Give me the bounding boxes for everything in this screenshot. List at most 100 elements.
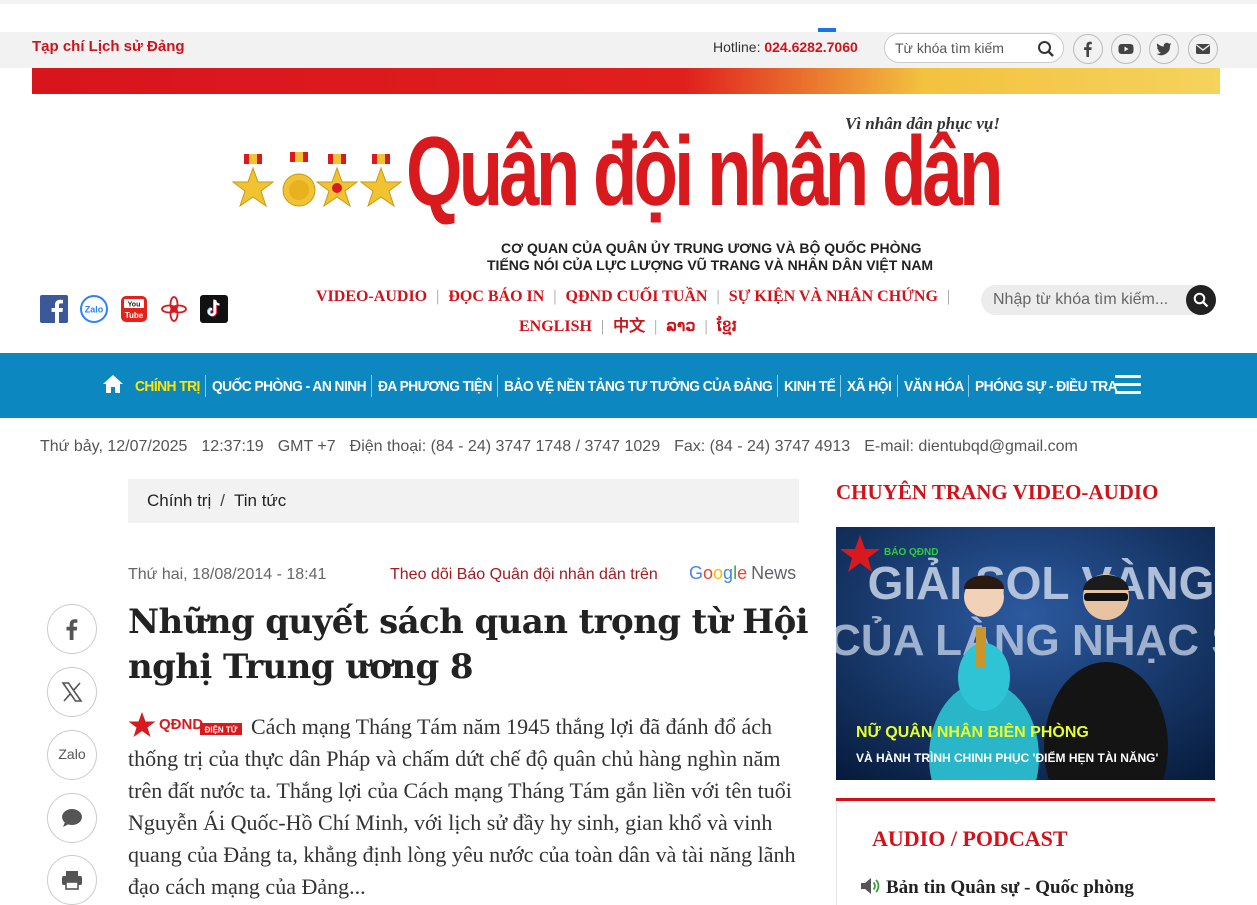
twitter-icon: [1156, 42, 1172, 56]
medals-logo-icon[interactable]: [230, 150, 406, 222]
video-audio-heading[interactable]: CHUYÊN TRANG VIDEO-AUDIO: [836, 480, 1158, 505]
audio-item[interactable]: Bản tin Quân sự - Quốc phòng: [860, 877, 1134, 899]
article-date: Thứ hai, 18/08/2014 - 18:41: [128, 566, 327, 583]
nav-item-3[interactable]: ĐA PHƯƠNG TIỆN: [378, 378, 492, 395]
main-search-box: [981, 285, 1216, 315]
qdnd-dientu-logo: QĐND ĐIỆN TỬ: [128, 712, 243, 738]
nav-separator: [968, 375, 970, 397]
nav-item-7[interactable]: VĂN HÓA: [904, 378, 964, 395]
svg-text:You: You: [128, 302, 141, 309]
x-icon: [61, 682, 83, 702]
sapo-text: Cách mạng Tháng Tám năm 1945 thắng lợi đ…: [128, 714, 796, 899]
current-date: Thứ bảy, 12/07/2025: [40, 438, 188, 455]
search-icon[interactable]: [1037, 40, 1055, 58]
follow-google-news-link[interactable]: Theo dõi Báo Quân đội nhân dân trên: [390, 566, 658, 584]
zalo-icon: Zalo: [58, 746, 86, 762]
link-english[interactable]: ENGLISH: [519, 318, 592, 335]
org-line-2: TIẾNG NÓI CỦA LỰC LƯỢNG VŨ TRANG VÀ NHÂN…: [487, 257, 934, 273]
top-search-input[interactable]: [895, 39, 1035, 57]
main-nav: CHÍNH TRỊ QUỐC PHÒNG - AN NINH ĐA PHƯƠNG T…: [0, 353, 1257, 418]
current-time: 12:37:19: [201, 438, 264, 455]
link-lao[interactable]: ລາວ: [666, 318, 695, 335]
sidebar-divider: [836, 798, 1215, 801]
svg-text:NỮ QUÂN NHÂN BIÊN PHÒNG: NỮ QUÂN NHÂN BIÊN PHÒNG: [856, 721, 1089, 741]
sidebar-border: [836, 801, 837, 905]
breadcrumb-current[interactable]: Tin tức: [234, 491, 286, 510]
section-links-row1: VIDEO-AUDIO | ĐỌC BÁO IN | QĐND CUỐI TUẦN | SỰ…: [316, 288, 951, 305]
facebook-icon: [66, 619, 78, 640]
google-news-logo[interactable]: Google News: [689, 563, 796, 584]
featured-video-thumbnail[interactable]: GIẢI SOL VÀNG CỦA LÀNG NHẠC SĨ BÁO QĐND …: [836, 527, 1215, 780]
audio-item-title: Bản tin Quân sự - Quốc phòng: [886, 877, 1134, 898]
fax-info: Fax: (84 - 24) 3747 4913: [674, 438, 851, 455]
nav-item-6[interactable]: XÃ HỘI: [847, 378, 892, 395]
top-strip: [0, 0, 1257, 4]
org-line-1: CƠ QUAN CỦA QUÂN ỦY TRUNG ƯƠNG VÀ BỘ QUỐ…: [501, 240, 922, 256]
nav-items: CHÍNH TRỊ QUỐC PHÒNG - AN NINH ĐA PHƯƠNG T…: [135, 375, 1123, 397]
facebook-icon: [1084, 41, 1092, 57]
facebook-share-button[interactable]: [1073, 34, 1103, 64]
article-title: Những quyết sách quan trọng từ Hội nghị …: [128, 602, 809, 687]
hotline-number[interactable]: 024.6282.7060: [764, 39, 857, 55]
svg-text:Tube: Tube: [125, 311, 144, 320]
nav-item-8[interactable]: PHÓNG SỰ - ĐIỀU TRA: [975, 378, 1118, 395]
tiktok-icon[interactable]: [200, 295, 228, 323]
svg-text:BÁO QĐND: BÁO QĐND: [884, 545, 938, 558]
mail-icon: [1196, 44, 1210, 54]
share-zalo-button[interactable]: Zalo: [47, 730, 97, 780]
share-x-button[interactable]: [47, 667, 97, 717]
article-sapo: QĐND ĐIỆN TỬ Cách mạng Tháng Tám năm 1945 …: [128, 711, 803, 903]
zalo-icon[interactable]: Zalo: [80, 295, 108, 323]
svg-text:CỦA LÀNG NHẠC SĨ: CỦA LÀNG NHẠC SĨ: [836, 614, 1215, 665]
phone-info: Điện thoại: (84 - 24) 3747 1748 / 3747 1…: [349, 438, 661, 455]
youtube-icon: [1118, 44, 1134, 54]
menu-icon[interactable]: [1115, 375, 1141, 395]
main-search-button[interactable]: [1186, 285, 1216, 315]
home-icon[interactable]: [102, 374, 124, 394]
breadcrumb-parent[interactable]: Chính trị: [147, 491, 211, 510]
link-khmer[interactable]: ខ្មែរ: [717, 318, 737, 335]
share-facebook-button[interactable]: [47, 604, 97, 654]
timezone: GMT +7: [277, 438, 336, 455]
youtube-button[interactable]: [1111, 34, 1141, 64]
hotline: Hotline: 024.6282.7060: [713, 39, 858, 55]
site-logo[interactable]: Quân đội nhân dân: [406, 122, 1003, 220]
audio-podcast-heading[interactable]: AUDIO / PODCAST: [872, 826, 1068, 852]
svg-text:GIẢI SOL VÀNG: GIẢI SOL VÀNG: [868, 557, 1215, 609]
main-search-input[interactable]: [993, 290, 1183, 310]
twitter-button[interactable]: [1149, 34, 1179, 64]
link-video-audio[interactable]: VIDEO-AUDIO: [316, 288, 427, 305]
print-button[interactable]: [47, 855, 97, 905]
link-chinese[interactable]: 中文: [613, 318, 645, 335]
link-qdnd-cuoi-tuan[interactable]: QĐND CUỐI TUẦN: [566, 288, 708, 305]
facebook-icon[interactable]: [40, 295, 68, 323]
speaker-icon: [861, 878, 880, 894]
breadcrumb: Chính trị / Tin tức: [128, 479, 799, 523]
link-doc-bao-in[interactable]: ĐỌC BÁO IN: [448, 288, 544, 305]
nav-separator: [896, 375, 898, 397]
hotline-label: Hotline:: [713, 39, 761, 55]
svg-text:VÀ HÀNH TRÌNH CHINH PHỤC 'ĐIỂM: VÀ HÀNH TRÌNH CHINH PHỤC 'ĐIỂM HẸN TÀI N…: [856, 750, 1159, 765]
link-su-kien-nhan-chung[interactable]: SỰ KIỆN VÀ NHÂN CHỨNG: [729, 288, 938, 305]
nav-item-5[interactable]: KINH TẾ: [784, 378, 836, 395]
mail-button[interactable]: [1188, 34, 1218, 64]
comment-button[interactable]: [47, 793, 97, 843]
nav-item-2[interactable]: QUỐC PHÒNG - AN NINH: [212, 378, 367, 395]
svg-text:QĐND: QĐND: [159, 716, 203, 733]
email-info[interactable]: E-mail: dientubqd@gmail.com: [864, 438, 1078, 455]
svg-text:ĐIỆN TỬ: ĐIỆN TỬ: [205, 726, 238, 735]
site-link-party-history[interactable]: Tạp chí Lịch sử Đảng: [32, 38, 185, 55]
comment-icon: [62, 809, 82, 827]
utility-bar: Tạp chí Lịch sử Đảng Hotline: 024.6282.7…: [0, 32, 1257, 68]
top-banner-ad[interactable]: [32, 68, 1220, 94]
search-icon: [1193, 292, 1209, 308]
nav-item-4[interactable]: BẢO VỆ NỀN TẢNG TƯ TƯỞNG CỦA ĐẢNG: [504, 378, 773, 395]
youtube-icon[interactable]: You Tube: [120, 295, 148, 323]
lotus-icon[interactable]: [160, 295, 188, 323]
top-search-box: [884, 33, 1064, 63]
breadcrumb-separator: /: [220, 491, 225, 510]
nav-separator: [204, 375, 206, 397]
nav-separator: [496, 375, 498, 397]
nav-item-1[interactable]: CHÍNH TRỊ: [135, 378, 200, 395]
section-links-row2: ENGLISH | 中文 | ລາວ | ខ្មែរ: [519, 318, 737, 335]
